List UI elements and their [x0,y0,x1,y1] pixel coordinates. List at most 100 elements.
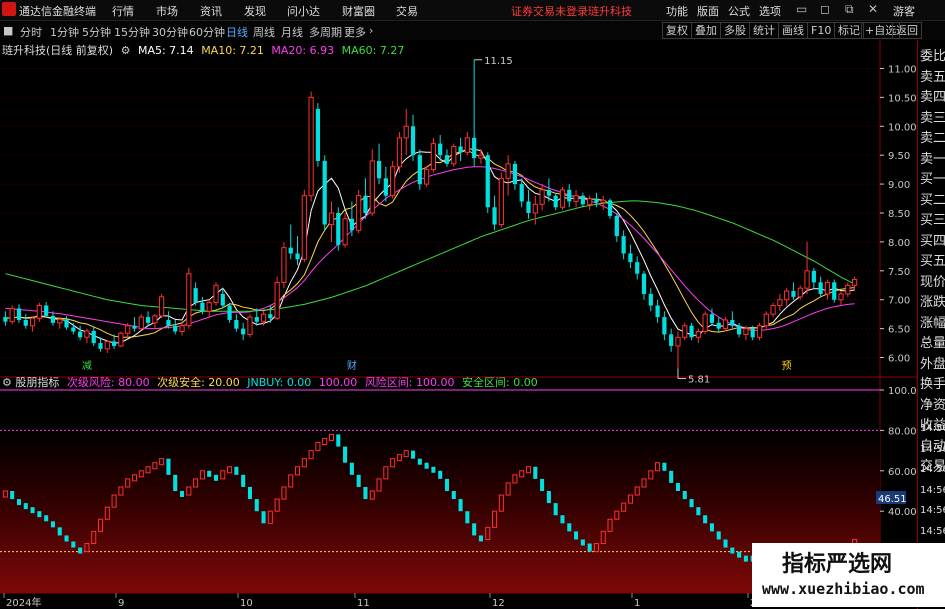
period-more[interactable]: 更多 [344,24,366,40]
period-fenshi-label[interactable]: 分时 [20,24,42,40]
menu-faxian[interactable]: 发现 [244,3,266,19]
fanhui-button[interactable]: 返回 [892,22,922,39]
indicator-bar [424,462,429,469]
y-tick-label: 11.00 [888,64,917,75]
candle-body [274,281,280,319]
menu-jiaoyi[interactable]: 交易 [396,3,418,19]
candle-body [675,336,681,347]
stock-label: 琏升科技(日线 前复权) [2,44,114,57]
biaoji-button[interactable]: 标记 [834,22,864,39]
candle-body [580,195,585,205]
side-panel-item[interactable]: 卖二 [920,127,945,146]
candle-body [328,212,335,226]
candle-body [635,262,640,274]
period-1min[interactable]: 1分钟 [50,24,79,40]
menu-gongshi[interactable]: 公式 [728,3,750,19]
side-panel-item[interactable]: 委比 [920,45,945,64]
period-monthly[interactable]: 月线 [281,24,303,40]
minimize-icon[interactable]: ▭ [796,2,807,16]
period-15min[interactable]: 15分钟 [114,24,150,40]
side-panel-item[interactable]: 外盘 [920,353,945,372]
menu-caifuquan[interactable]: 财富圈 [342,3,375,19]
current-stock-name: 琏升科技 [588,5,632,18]
maximize-icon[interactable]: ◻ [820,2,830,16]
side-panel-item[interactable]: 现价 [920,271,945,290]
candle-body [567,189,572,202]
indicator-bar [465,511,470,524]
candle-body [206,302,212,312]
tongji-button[interactable]: 统计 [749,22,779,39]
menu-shichang[interactable]: 市场 [156,3,178,19]
menu-hangqing[interactable]: 行情 [112,3,134,19]
indicator-fill [0,430,880,609]
candle-body [594,198,599,203]
close-icon[interactable]: ✕ [868,2,878,16]
indicator-background [0,389,880,609]
candle-body [845,284,851,295]
side-panel-item[interactable]: 买二 [920,189,945,208]
menu-xuanxiang[interactable]: 选项 [759,3,781,19]
f10-button[interactable]: F10 [807,22,836,39]
indicator-bar [336,434,341,447]
period-multi[interactable]: 多周期 [309,24,342,40]
period-5min[interactable]: 5分钟 [82,24,111,40]
side-panel-item[interactable]: 总量 [920,332,945,351]
indicator-gear-icon[interactable]: ⚙ [2,376,12,389]
fuquan-button[interactable]: 复权 [662,22,692,39]
side-panel-item[interactable]: 买三 [920,209,945,228]
guest-label[interactable]: 游客 [893,3,915,19]
side-panel-item[interactable]: 涨跌 [920,291,945,310]
side-panel-item[interactable]: 涨幅 [920,312,945,331]
chevron-right-icon[interactable]: › [369,24,373,37]
restore-icon[interactable]: ⧉ [845,2,854,17]
huaxian-button[interactable]: 画线 [778,22,808,39]
candle-body [498,177,504,226]
side-panel-item[interactable]: 净资 [920,394,945,413]
current-value-label: 46.51 [878,494,907,505]
candle-body [702,313,708,333]
menu-banmian[interactable]: 版面 [697,3,719,19]
period-fenshi[interactable]: ■ [3,24,13,37]
candle-body [36,305,42,319]
watermark-title: 指标严选网 [782,552,893,577]
side-panel-item[interactable]: 买五 [920,250,945,269]
candle-body [227,305,232,320]
period-60min[interactable]: 60分钟 [189,24,225,40]
low-price-label: 5.81 [688,375,710,386]
candle-body [23,319,28,326]
candle-body [152,315,158,324]
candle-body [50,315,56,323]
login-warning[interactable]: 证券交易未登录 [511,3,588,19]
period-daily[interactable]: 日线 [226,24,248,40]
diejia-button[interactable]: 叠加 [691,22,721,39]
candle-body [682,325,688,338]
ind-y-tick-label: 60.00 [888,467,917,478]
side-panel-item[interactable]: 卖三 [920,107,945,126]
duogu-button[interactable]: 多股 [720,22,750,39]
candle-body [464,137,470,153]
menu-wenxiaoda[interactable]: 问小达 [287,3,320,19]
menu-zixun[interactable]: 资讯 [200,3,222,19]
chart-canvas[interactable]: 11.00 10.50 10.00 9.50 9.00 8.50 8.00 7.50 7.00 6… [0,40,917,609]
indicator-bar [730,547,735,554]
indicator-bar [254,499,259,512]
settings-gear-icon[interactable]: ⚙ [121,44,131,57]
side-panel-item[interactable]: 买四 [920,230,945,249]
side-panel-item[interactable]: 卖四 [920,86,945,105]
tdx-logo-icon [2,2,16,16]
indicator-bar [737,551,742,558]
side-panel-item[interactable]: 卖五 [920,66,945,85]
period-toolbar: ■ 分时 1分钟 5分钟 15分钟 30分钟 60分钟 日线 周线 月线 多周期… [0,21,945,41]
high-price-label: 11.15 [484,56,513,67]
side-panel-item[interactable]: 换手 [920,373,945,392]
candle-body [532,203,538,214]
candle-body [186,273,192,327]
period-30min[interactable]: 30分钟 [152,24,188,40]
period-weekly[interactable]: 周线 [253,24,275,40]
side-panel-item[interactable]: 买一 [920,168,945,187]
side-panel-item[interactable]: 卖一 [920,148,945,167]
candle-body [505,163,511,179]
candle-body [234,319,239,329]
menu-gongneng[interactable]: 功能 [666,3,688,19]
candle-body [743,328,749,335]
